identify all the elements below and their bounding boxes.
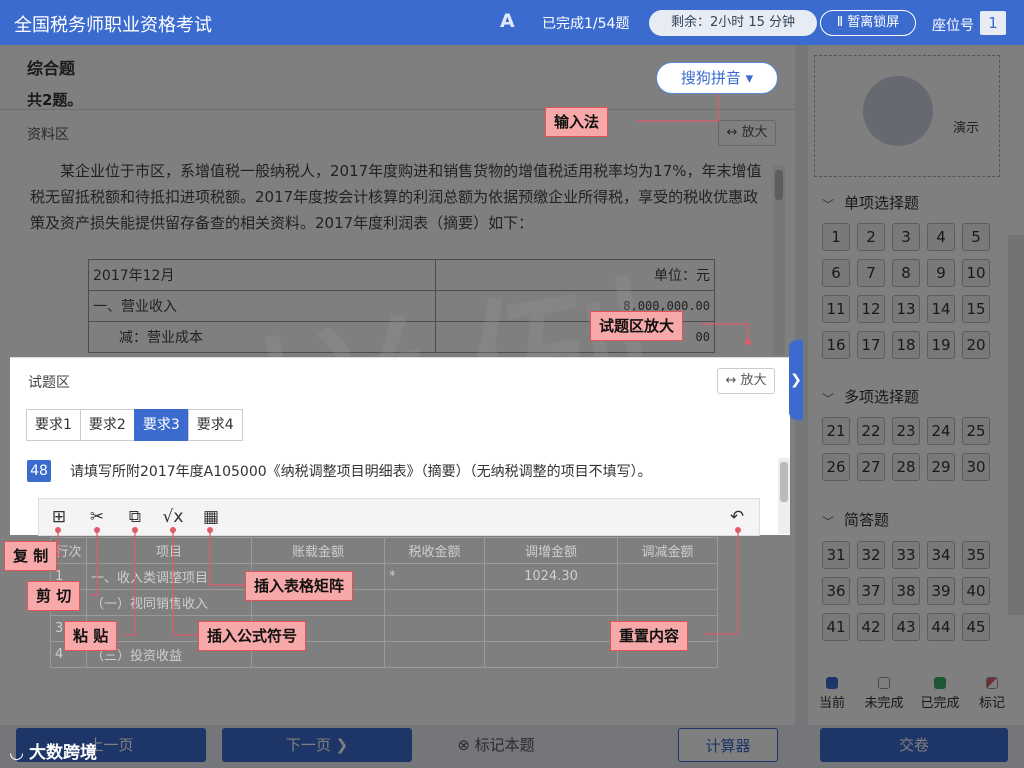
table-cell[interactable]: [484, 641, 618, 668]
callout-zoom-question: 试题区放大: [590, 311, 684, 341]
table-cell[interactable]: [484, 589, 618, 616]
font-size-icon[interactable]: A: [500, 10, 515, 32]
question-zoom-button[interactable]: ↔ 放大: [717, 368, 775, 394]
table-cell[interactable]: [384, 615, 485, 642]
table-row: 1 一、收入类调整项目 * 1024.30: [50, 563, 718, 590]
question-area-label: 试题区: [28, 375, 70, 391]
formula-icon[interactable]: √x: [161, 505, 185, 529]
panel-collapse-handle[interactable]: ❯: [789, 340, 803, 420]
progress-text: 已完成1/54题: [542, 16, 630, 32]
table-cell[interactable]: [484, 615, 618, 642]
requirement-tabs: 要求1 要求2 要求3 要求4: [26, 409, 243, 441]
timer-badge: 剩余：2小时 15 分钟: [649, 10, 817, 36]
table-cell: （一）视同销售收入: [86, 589, 252, 616]
ime-selector-highlight[interactable]: 搜狗拼音 ▾: [656, 62, 778, 94]
question-number: 48: [27, 460, 51, 482]
copy-icon[interactable]: ⊞: [47, 505, 71, 529]
undo-icon[interactable]: ↶: [725, 505, 749, 529]
table-cell[interactable]: 1024.30: [484, 563, 618, 590]
table-cell[interactable]: [384, 641, 485, 668]
table-icon[interactable]: ▦: [199, 505, 223, 529]
callout-ime: 输入法: [545, 107, 609, 137]
tab-requirement-3[interactable]: 要求3: [133, 409, 189, 441]
table-header: 税收金额: [384, 537, 485, 564]
table-header: 调减金额: [617, 537, 718, 564]
callout-paste: 粘 贴: [64, 621, 118, 651]
callout-copy: 复 制: [4, 541, 58, 571]
callout-reset: 重置内容: [610, 621, 689, 651]
top-bar: 全国税务师职业资格考试 A 已完成1/54题 剩余：2小时 15 分钟 Ⅱ 暂离…: [0, 0, 1024, 45]
tab-requirement-4[interactable]: 要求4: [187, 409, 243, 441]
editor-toolbar: ⊞ ✂ ⧉ √x ▦ ↶: [38, 498, 760, 536]
callout-formula: 插入公式符号: [198, 621, 307, 651]
table-row: 2 （一）视同销售收入: [50, 589, 718, 616]
table-cell: 一、收入类调整项目: [86, 563, 252, 590]
app-title: 全国税务师职业资格考试: [14, 15, 212, 36]
callout-cut: 剪 切: [27, 581, 81, 611]
question-scrollbar[interactable]: [778, 458, 790, 534]
seat-number: 1: [980, 11, 1006, 35]
tab-requirement-2[interactable]: 要求2: [79, 409, 135, 441]
table-header-row: 行次 项目 账载金额 税收金额 调增金额 调减金额: [50, 537, 718, 564]
seat-label: 座位号: [932, 18, 974, 34]
table-cell[interactable]: [384, 589, 485, 616]
table-cell[interactable]: [617, 563, 718, 590]
table-cell[interactable]: [617, 589, 718, 616]
tab-requirement-1[interactable]: 要求1: [26, 409, 81, 441]
table-header: 项目: [86, 537, 252, 564]
brand-logo: ◡ 大数跨境: [10, 743, 97, 763]
table-header: 调增金额: [484, 537, 618, 564]
callout-table: 插入表格矩阵: [245, 571, 354, 601]
table-header: 账载金额: [251, 537, 385, 564]
lock-screen-button[interactable]: Ⅱ 暂离锁屏: [820, 10, 916, 36]
paste-icon[interactable]: ⧉: [123, 505, 147, 529]
question-text: 请填写所附2017年度A105000《纳税调整项目明细表》（摘要）（无纳税调整的…: [70, 464, 652, 480]
table-cell[interactable]: *: [384, 563, 485, 590]
cut-icon[interactable]: ✂: [85, 505, 109, 529]
question-panel: 试题区 ↔ 放大 要求1 要求2 要求3 要求4 48 请填写所附2017年度A…: [10, 357, 790, 536]
